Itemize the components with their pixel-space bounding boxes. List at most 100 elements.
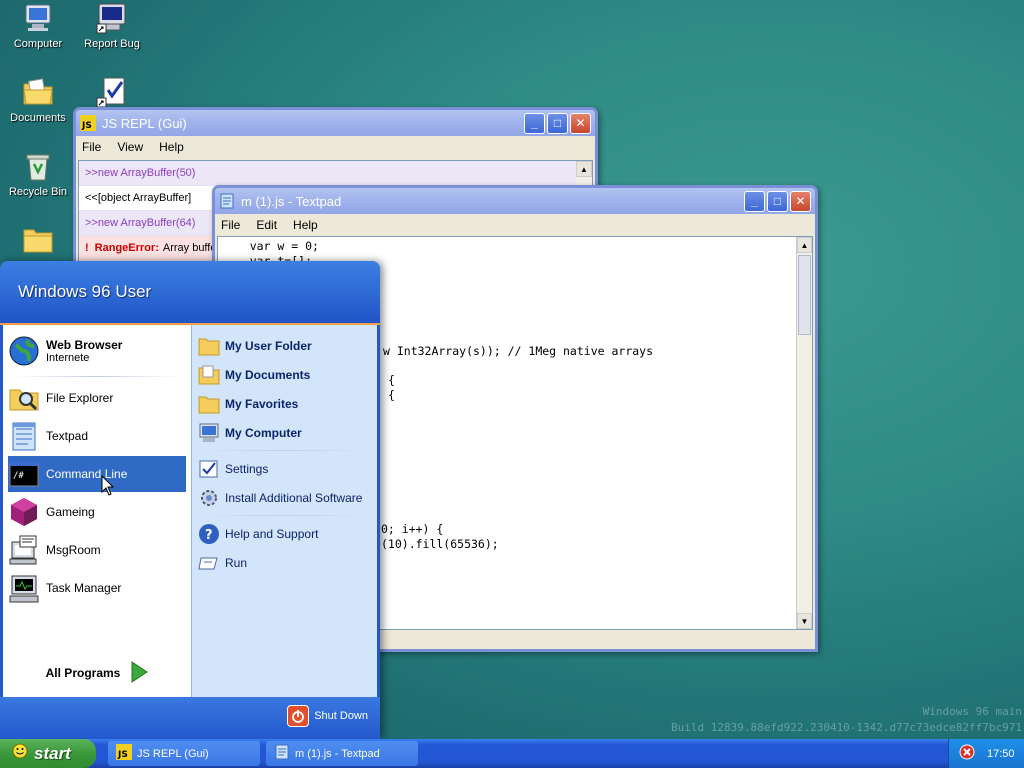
desktop-icon-documents[interactable]: Documents [0, 76, 76, 124]
menu-edit[interactable]: Edit [256, 218, 277, 232]
menu-help[interactable]: Help [293, 218, 318, 232]
menu-help[interactable]: Help [159, 140, 184, 154]
power-icon [287, 705, 310, 727]
scroll-up-button[interactable]: ▲ [797, 237, 812, 253]
desktop-icon-computer[interactable]: Computer [0, 2, 76, 50]
program-task-manager[interactable]: Task Manager [8, 570, 186, 606]
documents-folder-icon [198, 364, 220, 386]
desktop-icon-label: Documents [10, 112, 66, 124]
place-run[interactable]: Run [198, 550, 374, 576]
program-gameing[interactable]: Gameing [8, 494, 186, 530]
start-menu-places: My User Folder My Documents My Favorites… [191, 325, 377, 697]
place-label: Install Additional Software [225, 491, 363, 505]
program-label: Command Line [46, 467, 128, 481]
place-label: My Documents [225, 368, 311, 382]
place-label: Help and Support [225, 527, 319, 541]
svg-text:?: ? [205, 528, 213, 543]
all-programs-label: All Programs [45, 666, 121, 680]
place-my-computer[interactable]: My Computer [198, 420, 374, 446]
run-icon [198, 552, 220, 574]
editor-scrollbar[interactable]: ▲ ▼ [796, 237, 812, 629]
scroll-down-button[interactable]: ▼ [797, 613, 812, 629]
help-icon: ? [198, 523, 220, 545]
green-arrow-icon [130, 660, 149, 686]
desktop-icon-label: Report Bug [84, 38, 140, 50]
maximize-button[interactable]: □ [547, 112, 568, 134]
program-web-browser[interactable]: Web Browser Internete [8, 331, 186, 371]
maximize-button[interactable]: □ [767, 190, 788, 212]
task-label: JS REPL (Gui) [137, 747, 209, 760]
start-menu-programs: Web Browser Internete File Explorer Text… [3, 325, 191, 718]
place-settings[interactable]: Settings [198, 456, 374, 482]
textpad-title: m (1).js - Textpad [241, 193, 342, 209]
watermark-line-2: Build 12839.88efd922.230410-1342.d77c73e… [671, 721, 1022, 734]
separator [13, 376, 181, 377]
repl-menubar: File View Help [76, 136, 595, 158]
minimize-button[interactable]: _ [744, 190, 765, 212]
code-line: var w = 0; [222, 239, 319, 253]
install-gear-icon [198, 487, 220, 509]
close-button[interactable]: ✕ [790, 190, 811, 212]
place-my-user-folder[interactable]: My User Folder [198, 333, 374, 359]
scroll-thumb[interactable] [798, 255, 811, 335]
code-line: { [388, 388, 395, 402]
magnifier-folder-icon [8, 382, 40, 414]
shutdown-button[interactable]: Shut Down [287, 705, 368, 727]
textpad-titlebar[interactable]: m (1).js - Textpad _ □ ✕ [215, 188, 815, 214]
globe-icon [8, 335, 40, 367]
task-textpad[interactable]: m (1).js - Textpad [266, 741, 418, 766]
notepad-icon [274, 744, 290, 763]
user-name: Windows 96 User [18, 282, 152, 301]
program-label: Task Manager [46, 581, 122, 595]
menu-file[interactable]: File [221, 218, 240, 232]
place-my-favorites[interactable]: My Favorites [198, 391, 374, 417]
desktop-icon-recycle-bin[interactable]: Recycle Bin [0, 150, 76, 198]
minimize-button[interactable]: _ [524, 112, 545, 134]
place-label: My Favorites [225, 397, 299, 411]
checklist-shortcut-icon [96, 76, 128, 108]
place-help-support[interactable]: ? Help and Support [198, 521, 374, 547]
shutdown-label: Shut Down [314, 710, 368, 722]
notepad-icon [219, 193, 235, 209]
start-button[interactable]: start [0, 739, 96, 768]
task-manager-icon [8, 572, 40, 604]
code-line: { [388, 373, 395, 387]
settings-icon [198, 458, 220, 480]
svg-text:JS: JS [81, 121, 92, 131]
notepad-icon [8, 420, 40, 452]
start-menu[interactable]: Windows 96 User Web Browser Internete Fi… [0, 261, 380, 739]
error-marker: ! [85, 242, 89, 254]
documents-folder-icon [22, 76, 54, 108]
program-file-explorer[interactable]: File Explorer [8, 380, 186, 416]
js-icon: JS [80, 115, 96, 131]
repl-titlebar[interactable]: JS JS REPL (Gui) _ □ ✕ [76, 110, 595, 136]
program-label: File Explorer [46, 391, 114, 405]
all-programs-button[interactable]: All Programs [3, 655, 191, 691]
mouse-cursor-icon [101, 474, 115, 500]
terminal-icon: /# [8, 458, 40, 490]
place-label: My User Folder [225, 339, 312, 353]
folder-icon [198, 335, 220, 357]
textpad-menubar: File Edit Help [215, 214, 815, 236]
place-install-software[interactable]: Install Additional Software [198, 485, 374, 511]
task-repl[interactable]: JS JS REPL (Gui) [108, 741, 260, 766]
monitor-shortcut-icon [96, 2, 128, 34]
program-command-line[interactable]: /# Command Line [8, 456, 186, 492]
error-tray-icon[interactable] [959, 744, 975, 763]
svg-text:JS: JS [117, 750, 128, 760]
desktop-icon-label: Recycle Bin [8, 186, 68, 198]
repl-input-line: >>new ArrayBuffer(50) [79, 161, 592, 186]
start-menu-header: Windows 96 User [0, 261, 380, 325]
code-line: 0; i++) { [381, 522, 444, 536]
menu-view[interactable]: View [117, 140, 143, 154]
build-watermark: Windows 96 main Build 12839.88efd922.230… [671, 704, 1022, 736]
program-msgroom[interactable]: MsgRoom [8, 532, 186, 568]
clock: 17:50 [987, 747, 1015, 760]
place-my-documents[interactable]: My Documents [198, 362, 374, 388]
close-button[interactable]: ✕ [570, 112, 591, 134]
menu-file[interactable]: File [82, 140, 101, 154]
place-label: Run [225, 556, 248, 570]
program-textpad[interactable]: Textpad [8, 418, 186, 454]
desktop-icon-folder[interactable] [0, 224, 76, 260]
desktop-icon-report-bug[interactable]: Report Bug [74, 2, 150, 50]
